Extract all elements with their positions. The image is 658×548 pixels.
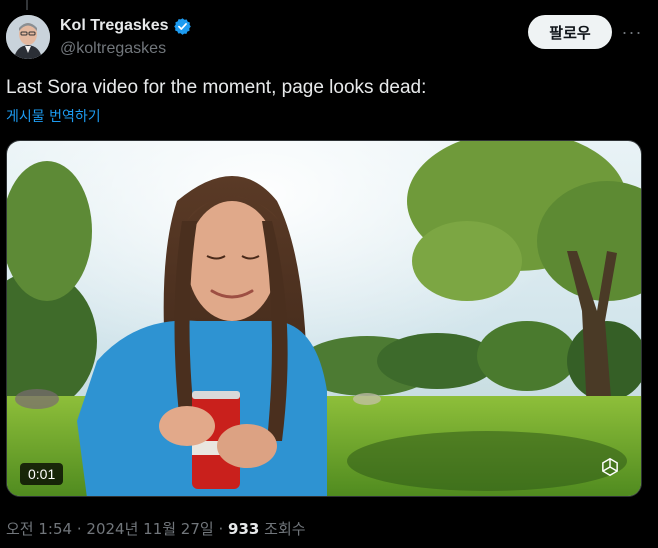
post-time[interactable]: 오전 1:54 <box>6 520 72 538</box>
avatar[interactable] <box>6 15 50 59</box>
verified-badge-icon[interactable] <box>173 17 192 36</box>
views-count: 933 <box>228 520 260 538</box>
author-block: Kol Tregaskes @koltregaskes <box>60 15 192 58</box>
thread-line <box>26 0 28 10</box>
sora-logo-icon <box>599 456 621 478</box>
post-date[interactable]: 2024년 11월 27일 <box>86 520 213 538</box>
display-name-row: Kol Tregaskes <box>60 15 192 37</box>
video-frame <box>7 141 641 496</box>
video-timestamp: 0:01 <box>20 463 64 485</box>
views-label: 조회수 <box>264 520 306 538</box>
translate-post-link[interactable]: 게시물 번역하기 <box>6 106 101 126</box>
meta-separator-2: · <box>218 520 224 538</box>
meta-separator: · <box>76 520 82 538</box>
handle[interactable]: @koltregaskes <box>60 40 192 58</box>
more-options-icon[interactable]: ··· <box>618 18 646 46</box>
display-name[interactable]: Kol Tregaskes <box>60 17 169 35</box>
tweet-text: Last Sora video for the moment, page loo… <box>6 77 427 98</box>
tweet-meta: 오전 1:54 · 2024년 11월 27일 · 933 조회수 <box>6 518 306 539</box>
follow-button[interactable]: 팔로우 <box>528 15 612 49</box>
tweet: Kol Tregaskes @koltregaskes 팔로우 ··· Last… <box>0 0 658 548</box>
video-player[interactable]: 0:01 <box>6 140 642 497</box>
